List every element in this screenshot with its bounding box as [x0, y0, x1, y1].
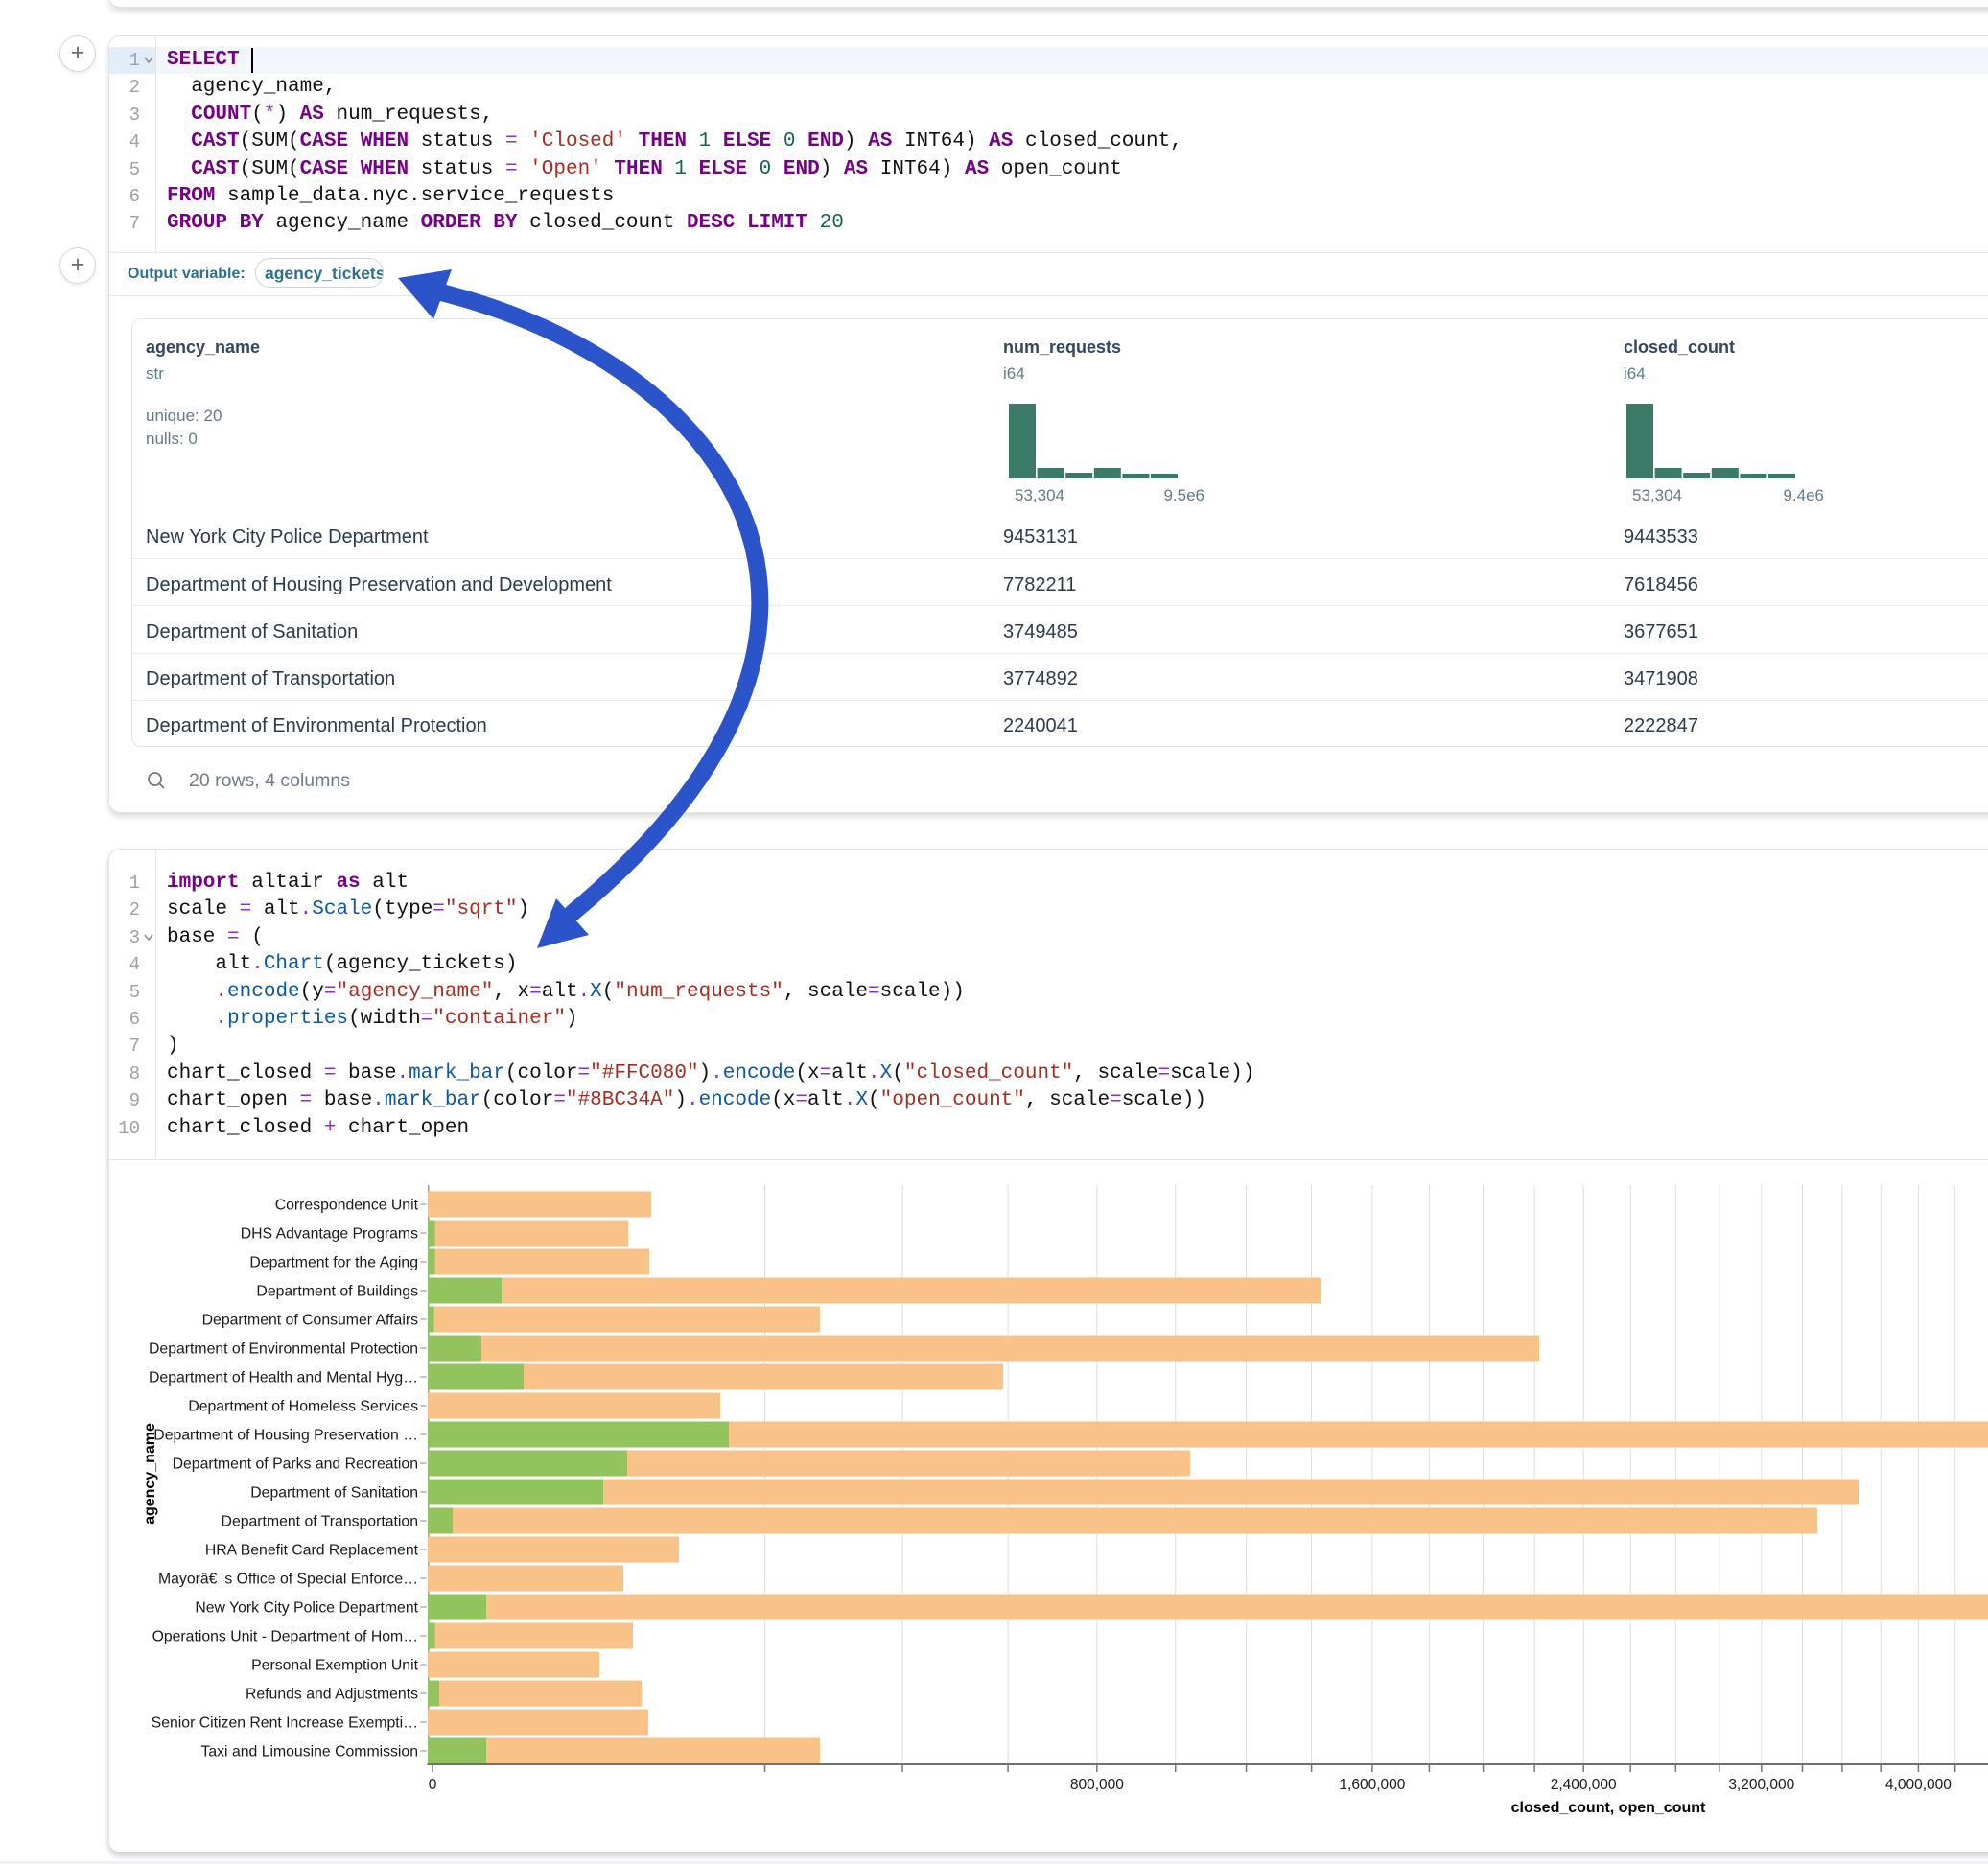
svg-text:Operations Unit - Department o: Operations Unit - Department of Hom…: [152, 1629, 418, 1645]
svg-text:1,600,000: 1,600,000: [1339, 1777, 1405, 1793]
svg-text:Department of Housing Preserva: Department of Housing Preservation …: [153, 1428, 418, 1444]
svg-text:Mayorâ€ s Office of Special En: Mayorâ€ s Office of Special Enforce…: [158, 1572, 418, 1588]
svg-text:Senior Citizen Rent Increase E: Senior Citizen Rent Increase Exempti…: [152, 1715, 418, 1732]
svg-text:agency_name: agency_name: [142, 1423, 158, 1525]
svg-text:closed_count, open_count: closed_count, open_count: [1511, 1800, 1706, 1816]
svg-text:New York City Police Departmen: New York City Police Department: [195, 1600, 418, 1617]
svg-text:Personal Exemption Unit: Personal Exemption Unit: [251, 1658, 418, 1674]
svg-text:Correspondence Unit: Correspondence Unit: [275, 1198, 419, 1214]
svg-text:Department of Health and Menta: Department of Health and Mental Hyg…: [149, 1370, 418, 1386]
svg-text:DHS Advantage Programs: DHS Advantage Programs: [241, 1226, 418, 1243]
svg-text:Department for the Aging: Department for the Aging: [249, 1255, 418, 1271]
svg-text:Department of Homeless Service: Department of Homeless Services: [188, 1399, 418, 1415]
svg-text:0: 0: [429, 1777, 437, 1793]
svg-text:2,400,000: 2,400,000: [1551, 1777, 1617, 1793]
svg-text:4,000,000: 4,000,000: [1885, 1777, 1952, 1793]
svg-text:Department of Buildings: Department of Buildings: [256, 1284, 418, 1300]
svg-text:Department of Consumer Affairs: Department of Consumer Affairs: [202, 1313, 418, 1329]
svg-text:HRA Benefit Card Replacement: HRA Benefit Card Replacement: [205, 1543, 419, 1559]
svg-text:Refunds and Adjustments: Refunds and Adjustments: [246, 1687, 418, 1703]
svg-text:Department of Parks and Recrea: Department of Parks and Recreation: [173, 1456, 418, 1473]
svg-text:800,000: 800,000: [1070, 1777, 1124, 1793]
svg-text:Department of Transportation: Department of Transportation: [222, 1514, 418, 1530]
svg-text:3,200,000: 3,200,000: [1728, 1777, 1794, 1793]
svg-text:Department of Sanitation: Department of Sanitation: [250, 1485, 418, 1502]
svg-text:Taxi and Limousine Commission: Taxi and Limousine Commission: [200, 1744, 418, 1760]
svg-text:Department of Environmental Pr: Department of Environmental Protection: [149, 1341, 418, 1358]
